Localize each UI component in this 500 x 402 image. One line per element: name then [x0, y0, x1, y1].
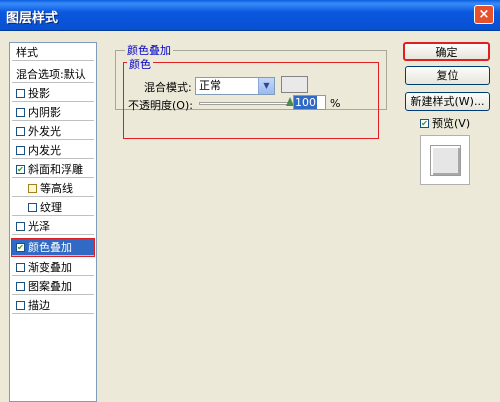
sidebar-item-color-overlay[interactable]: 颜色叠加 — [11, 238, 95, 257]
bevel-emboss-checkbox[interactable] — [16, 164, 25, 174]
blend-mode-value: 正常 — [199, 79, 221, 92]
sidebar-item-outer-glow[interactable]: 外发光 — [12, 123, 94, 140]
sidebar-item-gradient-overlay[interactable]: 渐变叠加 — [12, 259, 94, 276]
sidebar-item-stroke[interactable]: 描边 — [12, 297, 94, 314]
outer-glow-checkbox[interactable] — [16, 126, 25, 136]
settings-panel: 颜色叠加 颜色 混合模式: 正常 ▼ 不透明度(O): 100 % — [115, 42, 391, 402]
stroke-checkbox[interactable] — [16, 300, 25, 310]
overlay-color-swatch[interactable] — [281, 76, 308, 93]
close-button[interactable]: × — [474, 5, 494, 24]
drop-shadow-checkbox[interactable] — [16, 88, 25, 98]
preview-label: 预览(V) — [432, 117, 471, 130]
sidebar-item-pattern-overlay[interactable]: 图案叠加 — [12, 278, 94, 295]
preview-option[interactable]: 预览(V) — [420, 115, 470, 131]
opacity-slider[interactable] — [199, 102, 292, 105]
sidebar-item-label: 内发光 — [28, 144, 61, 157]
blend-mode-select[interactable]: 正常 ▼ — [195, 77, 275, 95]
sidebar-item-label: 斜面和浮雕 — [28, 163, 83, 176]
chevron-down-icon[interactable]: ▼ — [258, 78, 274, 94]
sidebar-item-label: 内阴影 — [28, 106, 61, 119]
style-list-header[interactable]: 样式 — [12, 44, 94, 61]
blend-options-item[interactable]: 混合选项:默认 — [12, 66, 94, 83]
new-style-button[interactable]: 新建样式(W)... — [405, 92, 490, 111]
sidebar-item-label: 光泽 — [28, 220, 50, 233]
sidebar-item-label: 颜色叠加 — [28, 241, 72, 254]
color-overlay-checkbox[interactable] — [16, 242, 25, 252]
sidebar-item-contour[interactable]: 等高线 — [12, 180, 94, 197]
window-title: 图层样式 — [6, 11, 59, 26]
sidebar-item-label: 纹理 — [40, 201, 62, 214]
preview-swatch — [430, 145, 461, 176]
opacity-field[interactable]: 100 — [293, 95, 326, 110]
texture-checkbox[interactable] — [28, 202, 37, 212]
title-bar: 图层样式 × — [0, 0, 500, 31]
sidebar-item-label: 投影 — [28, 87, 50, 100]
opacity-value: 100 — [294, 96, 317, 109]
pattern-overlay-checkbox[interactable] — [16, 281, 25, 291]
blend-mode-label: 混合模式: — [144, 81, 192, 94]
inner-shadow-checkbox[interactable] — [16, 107, 25, 117]
close-icon: × — [478, 7, 490, 22]
sidebar-item-label: 图案叠加 — [28, 280, 72, 293]
sidebar-item-label: 外发光 — [28, 125, 61, 138]
sidebar-item-drop-shadow[interactable]: 投影 — [12, 85, 94, 102]
sidebar-item-inner-glow[interactable]: 内发光 — [12, 142, 94, 159]
style-list: 样式 混合选项:默认 投影 内阴影 外发光 内发光 斜面和浮雕 等高线 纹理 光… — [9, 42, 97, 402]
sidebar-item-texture[interactable]: 纹理 — [12, 199, 94, 216]
sidebar-item-label: 等高线 — [40, 182, 73, 195]
contour-checkbox[interactable] — [28, 183, 37, 193]
opacity-label: 不透明度(O): — [128, 99, 193, 112]
sidebar-item-inner-shadow[interactable]: 内阴影 — [12, 104, 94, 121]
preview-checkbox[interactable] — [420, 118, 429, 128]
color-group-title: 颜色 — [127, 56, 153, 72]
ok-button[interactable]: 确定 — [403, 42, 490, 61]
opacity-unit: % — [330, 97, 341, 110]
inner-glow-checkbox[interactable] — [16, 145, 25, 155]
reset-button[interactable]: 复位 — [405, 66, 490, 85]
sidebar-item-bevel-emboss[interactable]: 斜面和浮雕 — [12, 161, 94, 178]
gradient-overlay-checkbox[interactable] — [16, 262, 25, 272]
style-preview — [420, 135, 470, 185]
sidebar-item-label: 描边 — [28, 299, 50, 312]
sidebar-item-satin[interactable]: 光泽 — [12, 218, 94, 235]
satin-checkbox[interactable] — [16, 221, 25, 231]
sidebar-item-label: 渐变叠加 — [28, 261, 72, 274]
